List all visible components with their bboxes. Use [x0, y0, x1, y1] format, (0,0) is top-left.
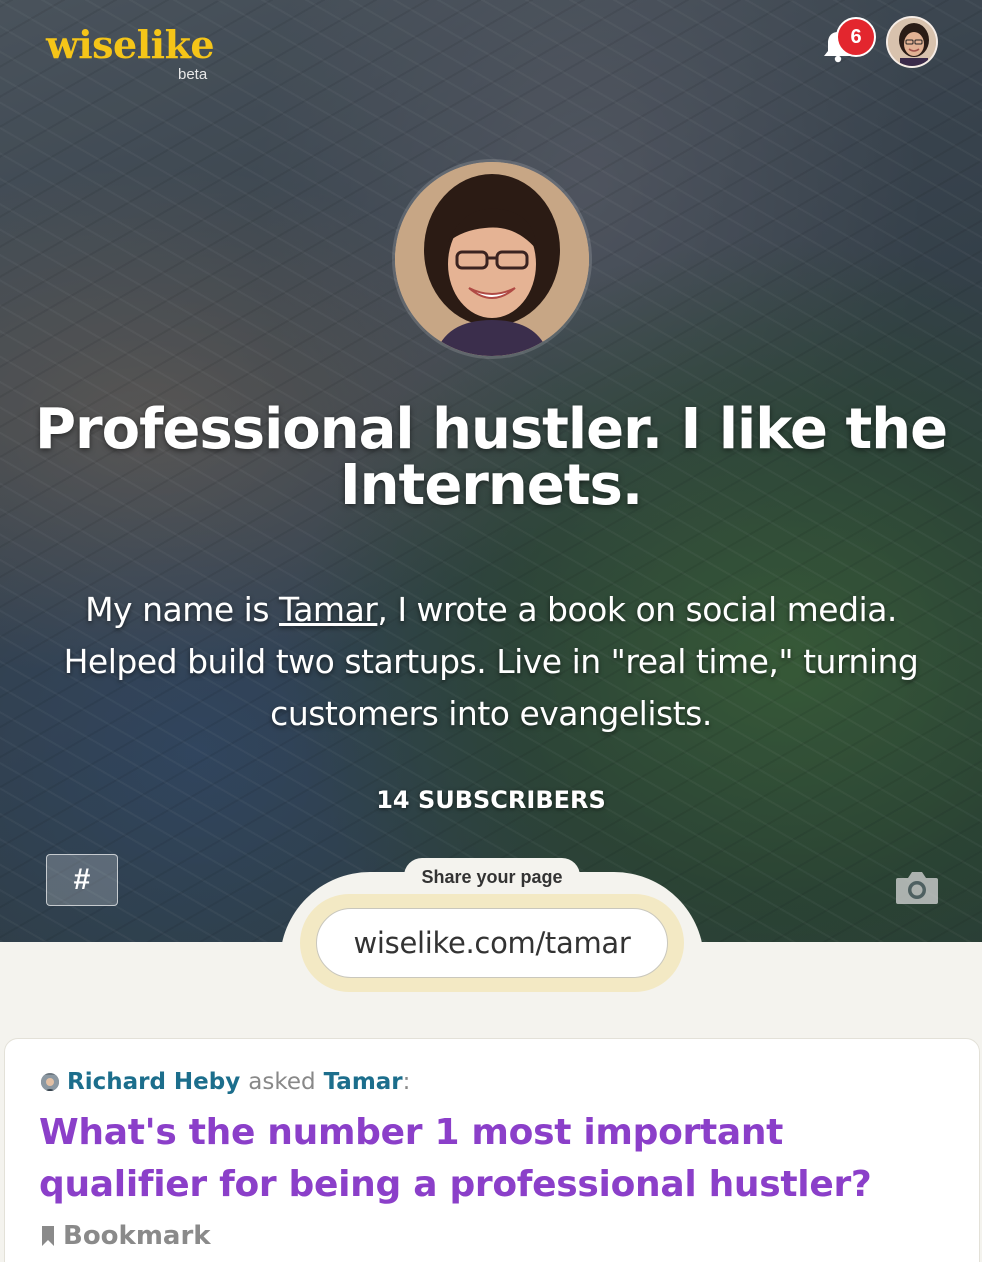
profile-avatar: [395, 162, 589, 356]
subscriber-count[interactable]: 14 SUBSCRIBERS: [0, 786, 982, 814]
askee-name-link[interactable]: Tamar: [324, 1069, 403, 1095]
notification-count-badge[interactable]: 6: [836, 17, 876, 57]
beta-tag: beta: [178, 66, 208, 83]
profile-hero: wiselike beta 6 Professional hustler. I …: [0, 0, 982, 942]
bookmark-label: Bookmark: [63, 1221, 211, 1251]
bio-name-link[interactable]: Tamar: [279, 590, 378, 629]
share-label: Share your page: [404, 858, 580, 896]
share-url-field[interactable]: wiselike.com/tamar: [316, 908, 668, 978]
bio-prefix: My name is: [85, 590, 279, 629]
wiselike-logo[interactable]: wiselike: [46, 26, 215, 64]
profile-bio: My name is Tamar, I wrote a book on soci…: [40, 584, 942, 740]
asked-word: asked: [248, 1069, 316, 1095]
bookmark-button[interactable]: Bookmark: [41, 1221, 211, 1251]
asker-avatar[interactable]: [41, 1073, 59, 1091]
question-title-link[interactable]: What's the number 1 most important quali…: [39, 1107, 939, 1211]
camera-icon[interactable]: [894, 868, 940, 906]
user-avatar[interactable]: [886, 16, 938, 68]
asker-name-link[interactable]: Richard Heby: [67, 1069, 240, 1095]
question-card[interactable]: Richard Heby asked Tamar : What's the nu…: [4, 1038, 980, 1262]
meta-colon: :: [402, 1069, 411, 1095]
question-meta: Richard Heby asked Tamar :: [41, 1069, 410, 1095]
profile-headline: Professional hustler. I like the Interne…: [34, 397, 948, 518]
hashtag-button[interactable]: #: [46, 854, 118, 906]
bookmark-icon: [42, 1226, 54, 1246]
